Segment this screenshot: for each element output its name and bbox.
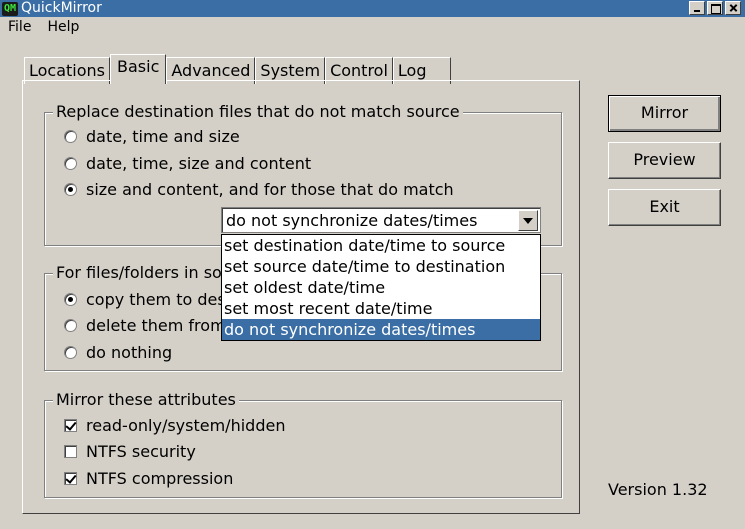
replace-group-title: Replace destination files that do not ma… (53, 102, 463, 122)
dropdown-item[interactable]: set source date/time to destination (222, 256, 540, 277)
option-label: copy them to desti (86, 290, 237, 309)
exit-button[interactable]: Exit (608, 189, 721, 226)
option-label: NTFS compression (86, 469, 234, 488)
attributes-group-title: Mirror these attributes (53, 390, 239, 410)
tab-basic[interactable]: Basic (110, 54, 167, 84)
option-label: read-only/system/hidden (86, 416, 286, 435)
checkbox[interactable] (64, 472, 77, 485)
radio-button[interactable] (64, 157, 77, 170)
option-label: size and content, and for those that do … (86, 180, 454, 199)
option-label: NTFS security (86, 442, 196, 461)
replace-option-date-time-size-content[interactable]: date, time, size and content (64, 154, 311, 173)
menu-help[interactable]: Help (39, 17, 87, 37)
title-bar: QM QuickMirror (0, 0, 745, 17)
replace-option-size-content[interactable]: size and content, and for those that do … (64, 180, 454, 199)
attr-ntfs-security[interactable]: NTFS security (64, 442, 196, 461)
window-controls (687, 1, 741, 15)
dropdown-item-selected[interactable]: do not synchronize dates/times (222, 319, 540, 340)
radio-button[interactable] (64, 319, 77, 332)
radio-button[interactable] (64, 130, 77, 143)
source-option-nothing[interactable]: do nothing (64, 343, 172, 362)
source-option-delete[interactable]: delete them from s (64, 316, 239, 335)
date-sync-dropdown-list: set destination date/time to source set … (221, 234, 541, 341)
checkbox[interactable] (64, 419, 77, 432)
minimize-icon[interactable] (689, 1, 705, 15)
option-label: date, time and size (86, 127, 240, 146)
checkbox[interactable] (64, 445, 77, 458)
preview-button[interactable]: Preview (608, 142, 721, 179)
radio-button[interactable] (64, 183, 77, 196)
version-label: Version 1.32 (608, 480, 708, 499)
window-title: QuickMirror (21, 0, 102, 16)
maximize-icon[interactable] (707, 1, 723, 15)
dropdown-item[interactable]: set destination date/time to source (222, 235, 540, 256)
tab-strip: Locations Basic Advanced System Control … (24, 54, 451, 84)
menu-file[interactable]: File (0, 17, 39, 37)
source-only-group-title: For files/folders in sou (53, 263, 235, 283)
option-label: do nothing (86, 343, 173, 362)
option-label: date, time, size and content (86, 154, 312, 173)
radio-button[interactable] (64, 293, 77, 306)
radio-button[interactable] (64, 346, 77, 359)
replace-option-date-time-size[interactable]: date, time and size (64, 127, 240, 146)
dropdown-item[interactable]: set oldest date/time (222, 277, 540, 298)
combo-value: do not synchronize dates/times (226, 211, 478, 230)
option-label: delete them from s (86, 316, 240, 335)
app-icon: QM (2, 1, 18, 16)
chevron-down-icon[interactable] (518, 210, 538, 231)
close-icon[interactable] (725, 1, 741, 15)
dropdown-item[interactable]: set most recent date/time (222, 298, 540, 319)
attr-readonly-system-hidden[interactable]: read-only/system/hidden (64, 416, 285, 435)
source-option-copy[interactable]: copy them to desti (64, 290, 236, 309)
menu-bar: File Help (0, 17, 87, 37)
mirror-button[interactable]: Mirror (608, 95, 721, 132)
date-sync-combobox[interactable]: do not synchronize dates/times (221, 207, 541, 233)
attr-ntfs-compression[interactable]: NTFS compression (64, 469, 233, 488)
